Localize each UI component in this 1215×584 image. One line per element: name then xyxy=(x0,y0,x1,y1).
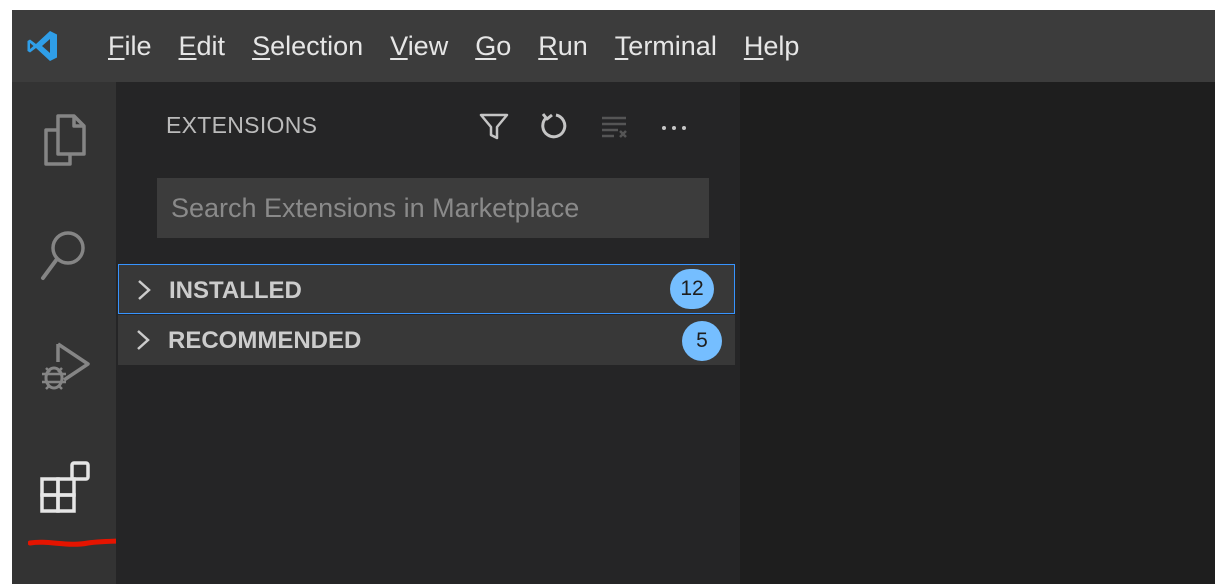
activity-search[interactable] xyxy=(12,208,116,304)
refresh-icon xyxy=(541,113,567,139)
filter-button[interactable] xyxy=(476,108,512,144)
vscode-logo-icon xyxy=(27,31,57,61)
refresh-button[interactable] xyxy=(536,108,572,144)
activity-bar xyxy=(12,82,116,584)
chevron-right-icon xyxy=(137,330,150,350)
installed-count-badge: 12 xyxy=(670,269,714,309)
menu-selection[interactable]: Selection xyxy=(252,31,363,62)
sidebar-title: EXTENSIONS xyxy=(166,112,318,138)
extensions-sidebar: EXTENSIONS Search Extensions in Marketpl… xyxy=(116,82,740,584)
menu-bar: File Edit Selection View Go Run Terminal… xyxy=(108,10,826,82)
menu-help[interactable]: Help xyxy=(744,31,800,62)
section-installed[interactable]: INSTALLED 12 xyxy=(118,264,735,314)
editor-area xyxy=(740,82,1215,584)
sidebar-actions xyxy=(476,108,716,144)
clear-icon xyxy=(602,116,627,138)
menu-view[interactable]: View xyxy=(390,31,448,62)
explorer-icon xyxy=(44,114,86,166)
activity-extensions[interactable] xyxy=(12,439,116,535)
title-bar: File Edit Selection View Go Run Terminal… xyxy=(12,10,1215,82)
menu-file[interactable]: File xyxy=(108,31,152,62)
section-recommended[interactable]: RECOMMENDED 5 xyxy=(118,315,735,365)
search-icon xyxy=(41,231,85,280)
section-installed-label: INSTALLED xyxy=(169,277,302,304)
clear-results-button xyxy=(596,108,632,144)
menu-terminal[interactable]: Terminal xyxy=(615,31,717,62)
menu-go[interactable]: Go xyxy=(475,31,511,62)
activity-run-debug[interactable] xyxy=(12,318,116,414)
recommended-count-badge: 5 xyxy=(682,321,722,361)
extensions-icon xyxy=(40,461,90,513)
chevron-right-icon xyxy=(138,280,151,300)
vscode-window: File Edit Selection View Go Run Terminal… xyxy=(12,10,1215,584)
extensions-search-input[interactable] xyxy=(157,178,709,238)
more-actions-button[interactable] xyxy=(656,108,692,144)
menu-edit[interactable]: Edit xyxy=(179,31,226,62)
section-recommended-label: RECOMMENDED xyxy=(168,327,362,354)
activity-explorer[interactable] xyxy=(12,92,116,188)
filter-icon xyxy=(479,113,509,140)
run-debug-icon xyxy=(42,342,90,390)
more-actions-icon xyxy=(662,126,686,130)
menu-run[interactable]: Run xyxy=(538,31,588,62)
